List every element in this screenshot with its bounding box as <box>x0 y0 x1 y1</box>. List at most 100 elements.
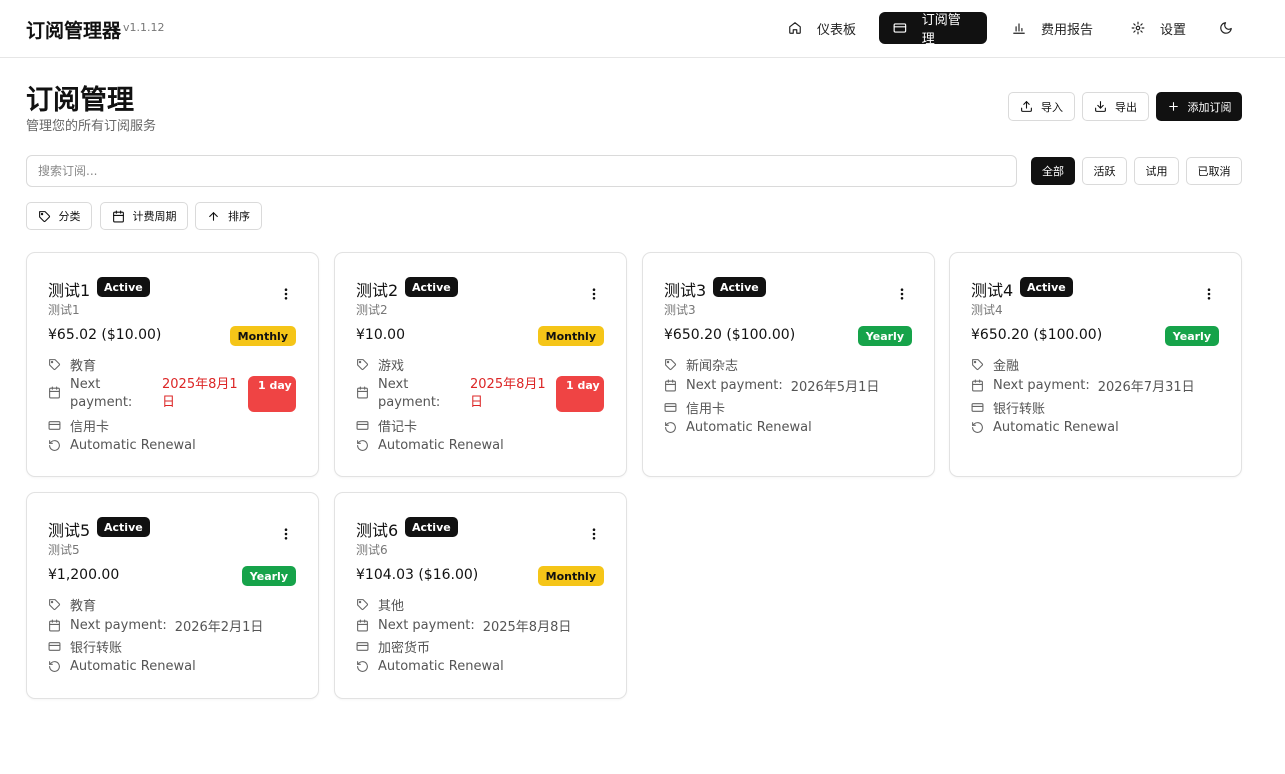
search-input[interactable] <box>26 155 1017 187</box>
payment-method-label: 信用卡 <box>70 420 110 435</box>
category-row: 游戏 <box>356 355 404 374</box>
more-options-button[interactable] <box>894 283 910 305</box>
billing-cycle-badge: Yearly <box>1164 326 1219 346</box>
calendar-icon <box>112 210 124 222</box>
tag-icon <box>49 359 60 370</box>
filter-all[interactable]: 全部 <box>1031 157 1075 185</box>
payment-method-row: 借记卡 <box>356 416 417 435</box>
export-button[interactable]: 导出 <box>1082 92 1149 121</box>
status-badge: Active <box>97 277 150 297</box>
card-icon <box>893 23 907 33</box>
filter-trial[interactable]: 试用 <box>1134 157 1179 185</box>
more-options-button[interactable] <box>278 523 294 545</box>
subscription-price: ¥650.20 ($100.00) <box>971 327 1103 343</box>
billing-cycle-badge: Yearly <box>241 566 296 586</box>
next-payment-row: Next payment: 2026年7月31日 <box>971 376 1195 395</box>
subscription-price: ¥10.00 <box>356 327 405 343</box>
add-subscription-button[interactable]: 添加订阅 <box>1156 92 1242 121</box>
renewal-label: Automatic Renewal <box>70 659 196 674</box>
payment-method-label: 银行转账 <box>993 402 1046 417</box>
subscription-description: 测试5 <box>48 543 80 557</box>
next-payment-label: Next payment: <box>378 618 475 633</box>
more-options-button[interactable] <box>1201 283 1217 305</box>
subscription-description: 测试2 <box>356 303 388 317</box>
subscription-description: 测试6 <box>356 543 388 557</box>
category-row: 教育 <box>48 595 96 614</box>
bar-chart-icon <box>1013 23 1025 34</box>
subscription-price: ¥104.03 ($16.00) <box>356 567 479 583</box>
payment-method-label: 借记卡 <box>378 420 418 435</box>
next-payment-row: Next payment: 2026年5月1日 <box>664 376 879 395</box>
home-icon <box>789 22 801 34</box>
subscription-card: 测试2 Active 测试2 ¥10.00 Monthly 游戏 Next pa… <box>334 252 627 477</box>
next-payment-date: 2026年7月31日 <box>1097 380 1195 395</box>
nav-settings-label: 设置 <box>1160 22 1187 38</box>
more-options-button[interactable] <box>278 283 294 305</box>
subscription-name: 测试6 <box>356 521 399 540</box>
nav-dashboard-label: 仪表板 <box>817 22 857 38</box>
billing-cycle-badge: Yearly <box>857 326 912 346</box>
renewal-label: Automatic Renewal <box>993 420 1119 435</box>
status-badge: Active <box>405 517 458 537</box>
nav-reports[interactable]: 费用报告 <box>998 12 1107 44</box>
next-payment-date: 2026年2月1日 <box>174 620 264 635</box>
next-payment-label: Next payment: <box>70 618 167 633</box>
subscription-description: 测试1 <box>48 303 80 317</box>
filter-active[interactable]: 活跃 <box>1082 157 1127 185</box>
renewal-label: Automatic Renewal <box>378 659 504 674</box>
next-payment-label: Next payment: <box>70 377 133 410</box>
category-label: 游戏 <box>378 359 405 374</box>
payment-method-label: 加密货币 <box>378 641 431 656</box>
subscription-card: 测试6 Active 测试6 ¥104.03 ($16.00) Monthly … <box>334 492 627 699</box>
card-icon <box>664 403 677 412</box>
billing-cycle-badge: Monthly <box>537 326 604 346</box>
nav-dashboard[interactable]: 仪表板 <box>774 12 870 44</box>
nav-subscriptions[interactable]: 订阅管理 <box>879 12 987 47</box>
import-button[interactable]: 导入 <box>1008 92 1075 121</box>
more-options-button[interactable] <box>586 523 602 545</box>
theme-toggle-button[interactable] <box>1212 12 1240 44</box>
category-label: 金融 <box>993 359 1020 374</box>
nav-subscriptions-label: 订阅管理 <box>921 13 961 47</box>
calendar-icon <box>972 379 983 392</box>
category-label: 其他 <box>378 599 405 614</box>
download-icon <box>1095 101 1106 112</box>
more-options-button[interactable] <box>586 283 602 305</box>
refresh-icon <box>357 440 368 451</box>
more-vertical-icon <box>900 288 904 300</box>
category-filter-button[interactable]: 分类 <box>26 202 92 230</box>
tag-icon <box>49 599 60 610</box>
gear-icon <box>1131 21 1145 35</box>
subscription-card: 测试4 Active 测试4 ¥650.20 ($100.00) Yearly … <box>949 252 1242 477</box>
next-payment-date: 2025年8月1日 <box>162 377 238 410</box>
billing-cycle-filter-button[interactable]: 计费周期 <box>100 202 188 230</box>
subscription-description: 测试4 <box>971 303 1003 317</box>
category-row: 新闻杂志 <box>664 355 738 374</box>
upload-icon <box>1021 101 1032 112</box>
filter-cancelled[interactable]: 已取消 <box>1186 157 1242 185</box>
calendar-icon <box>357 619 368 632</box>
billing-cycle-badge: Monthly <box>537 566 604 586</box>
renewal-row: Automatic Renewal <box>971 420 1119 435</box>
sort-label: 排序 <box>228 210 250 223</box>
payment-method-label: 银行转账 <box>70 641 123 656</box>
next-payment-date: 2025年8月1日 <box>470 377 546 410</box>
payment-method-row: 信用卡 <box>664 398 725 417</box>
next-payment-date: 2025年8月8日 <box>482 620 572 635</box>
moon-icon <box>1220 22 1232 34</box>
top-navigation-bar: 订阅管理器 v1.1.12 仪表板 订阅管理 费用报告 设置 <box>0 0 1285 58</box>
subscription-card: 测试1 Active 测试1 ¥65.02 ($10.00) Monthly 教… <box>26 252 319 477</box>
nav-settings[interactable]: 设置 <box>1117 12 1200 44</box>
more-vertical-icon <box>592 288 596 300</box>
renewal-row: Automatic Renewal <box>48 659 196 674</box>
card-icon <box>48 642 61 651</box>
calendar-icon <box>357 386 368 399</box>
subscription-card: 测试5 Active 测试5 ¥1,200.00 Yearly 教育 Next … <box>26 492 319 699</box>
card-icon <box>971 403 984 412</box>
page-title: 订阅管理 <box>26 85 134 116</box>
calendar-icon <box>49 619 60 632</box>
arrow-up-icon <box>209 211 218 221</box>
sort-button[interactable]: 排序 <box>195 202 262 230</box>
payment-method-row: 银行转账 <box>48 637 122 656</box>
next-payment-row: Next payment: 2026年2月1日 <box>48 616 263 635</box>
